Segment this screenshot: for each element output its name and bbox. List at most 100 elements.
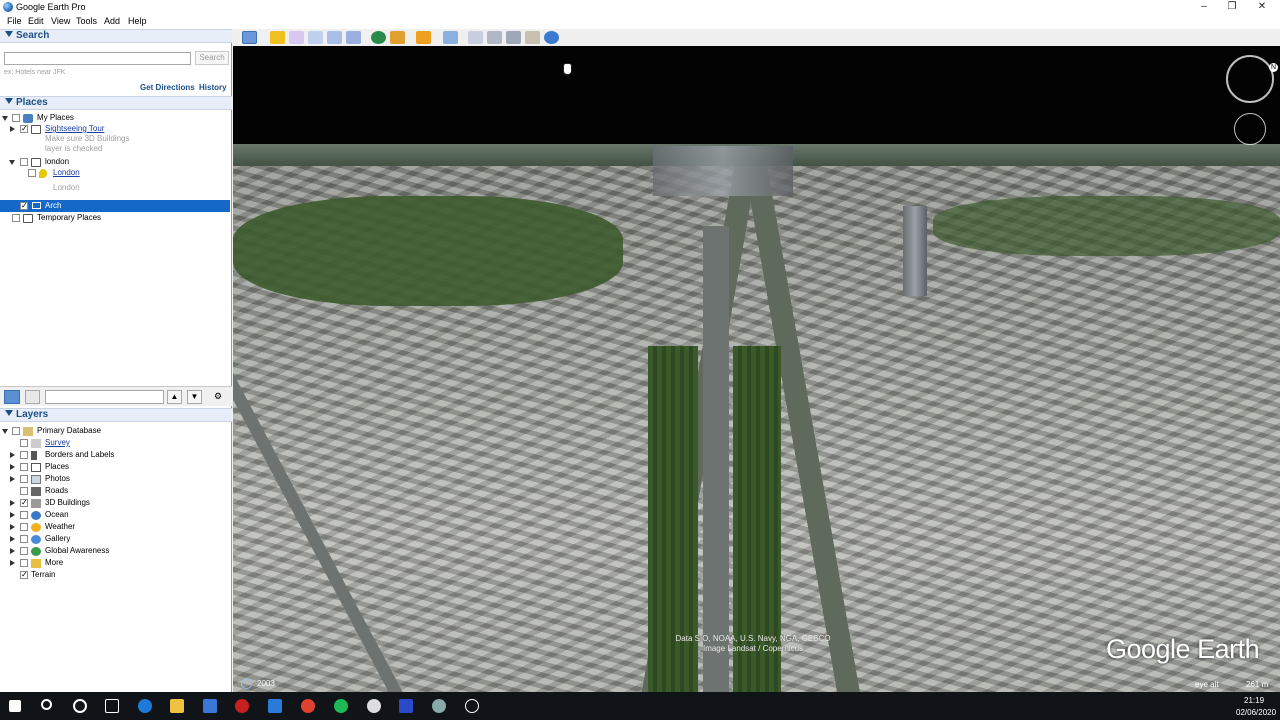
expand-toggle-icon[interactable] [2, 429, 8, 434]
expand-toggle-icon[interactable] [10, 560, 15, 566]
close-button[interactable]: ✕ [1248, 0, 1276, 15]
tree-item-arch-selected[interactable]: Arch [0, 200, 230, 212]
tree-item-temporary-places[interactable]: Temporary Places [0, 212, 230, 224]
gallery-checkbox[interactable] [20, 535, 28, 543]
primary-database-checkbox[interactable] [12, 427, 20, 435]
menu-tools[interactable]: Tools [76, 16, 97, 26]
save-image-button[interactable] [506, 31, 521, 44]
expand-toggle-icon[interactable] [10, 464, 15, 470]
layer-more[interactable]: More [0, 557, 230, 569]
historical-imagery-button[interactable] [371, 31, 386, 44]
app-icon[interactable] [235, 699, 249, 713]
add-placemark-button[interactable] [270, 31, 285, 44]
mail-icon[interactable] [268, 699, 282, 713]
places-section-header[interactable]: Places [0, 96, 232, 110]
terrain-checkbox[interactable] [20, 571, 28, 579]
view-options-icon[interactable]: ⚙ [208, 390, 228, 404]
menu-edit[interactable]: Edit [28, 16, 44, 26]
arch-checkbox[interactable] [20, 202, 28, 210]
move-navigation-control[interactable] [1234, 113, 1266, 145]
add-polygon-button[interactable] [289, 31, 304, 44]
store-icon[interactable] [203, 699, 217, 713]
search-section-header[interactable]: Search [0, 29, 232, 43]
sightseeing-checkbox[interactable] [20, 125, 28, 133]
sun-button[interactable] [390, 31, 405, 44]
google-earth-taskbar-icon[interactable] [432, 699, 446, 713]
survey-checkbox[interactable] [20, 439, 28, 447]
compass-north-icon[interactable]: N [1269, 63, 1278, 72]
global-awareness-checkbox[interactable] [20, 547, 28, 555]
expand-toggle-icon[interactable] [10, 548, 15, 554]
menu-file[interactable]: File [7, 16, 22, 26]
windows-start-icon[interactable] [9, 700, 21, 712]
earth-gallery-button[interactable] [544, 31, 559, 44]
search-places-button[interactable] [4, 390, 20, 404]
spotify-icon[interactable] [334, 699, 348, 713]
historical-imagery-icon[interactable] [241, 679, 252, 689]
ruler-button[interactable] [443, 31, 458, 44]
edge-icon[interactable] [138, 699, 152, 713]
sidebar-toggle-button[interactable] [242, 31, 257, 44]
search-button[interactable]: Search [195, 51, 229, 65]
add-overlay-button[interactable] [327, 31, 342, 44]
more-checkbox[interactable] [20, 559, 28, 567]
london-link[interactable]: London [53, 167, 80, 179]
roads-checkbox[interactable] [20, 487, 28, 495]
london-folder-checkbox[interactable] [20, 158, 28, 166]
move-up-button[interactable]: ▲ [167, 390, 182, 404]
menu-add[interactable]: Add [104, 16, 120, 26]
get-directions-link[interactable]: Get Directions [140, 83, 195, 92]
expand-toggle-icon[interactable] [10, 126, 15, 132]
print-button[interactable] [487, 31, 502, 44]
menu-help[interactable]: Help [128, 16, 147, 26]
temporary-places-checkbox[interactable] [12, 214, 20, 222]
weather-checkbox[interactable] [20, 523, 28, 531]
app-icon[interactable] [399, 699, 413, 713]
layer-gallery[interactable]: Gallery [0, 533, 230, 545]
move-down-button[interactable]: ▼ [187, 390, 202, 404]
survey-link[interactable]: Survey [45, 437, 70, 449]
app-icon[interactable] [465, 699, 479, 713]
history-link[interactable]: History [199, 83, 227, 92]
london-checkbox[interactable] [28, 169, 36, 177]
app-icon[interactable] [367, 699, 381, 713]
clock-time[interactable]: 21:19 [1244, 696, 1264, 705]
expand-toggle-icon[interactable] [9, 160, 15, 165]
planets-button[interactable] [416, 31, 431, 44]
clock-date[interactable]: 02/06/2020 [1236, 708, 1276, 717]
layer-terrain[interactable]: Terrain [0, 569, 230, 581]
3d-buildings-checkbox[interactable] [20, 499, 28, 507]
photos-checkbox[interactable] [20, 475, 28, 483]
layer-photos[interactable]: Photos [0, 473, 230, 485]
layer-places[interactable]: Places [0, 461, 230, 473]
cortana-icon[interactable] [73, 699, 87, 713]
ocean-checkbox[interactable] [20, 511, 28, 519]
minimize-button[interactable]: – [1190, 0, 1218, 15]
layer-weather[interactable]: Weather [0, 521, 230, 533]
maximize-button[interactable]: ❐ [1218, 0, 1246, 15]
view-in-maps-button[interactable] [525, 31, 540, 44]
layer-borders[interactable]: Borders and Labels [0, 449, 230, 461]
toggle-panel-button[interactable] [25, 390, 40, 404]
earth-3d-view[interactable]: N Data SIO, NOAA, U.S. Navy, NGA, GEBCO … [233, 46, 1280, 692]
file-explorer-icon[interactable] [170, 699, 184, 713]
layer-3d-buildings[interactable]: 3D Buildings [0, 497, 230, 509]
my-places-checkbox[interactable] [12, 114, 20, 122]
record-tour-button[interactable] [346, 31, 361, 44]
places-layer-checkbox[interactable] [20, 463, 28, 471]
expand-toggle-icon[interactable] [10, 524, 15, 530]
layer-survey[interactable]: Survey [0, 437, 230, 449]
email-button[interactable] [468, 31, 483, 44]
layer-ocean[interactable]: Ocean [0, 509, 230, 521]
add-path-button[interactable] [308, 31, 323, 44]
layer-primary-database[interactable]: Primary Database [0, 425, 230, 437]
expand-toggle-icon[interactable] [10, 476, 15, 482]
expand-toggle-icon[interactable] [2, 116, 8, 121]
look-navigation-control[interactable] [1226, 55, 1274, 103]
search-icon[interactable] [41, 699, 52, 710]
layers-section-header[interactable]: Layers [0, 408, 232, 422]
expand-toggle-icon[interactable] [10, 452, 15, 458]
chrome-icon[interactable] [301, 699, 315, 713]
borders-checkbox[interactable] [20, 451, 28, 459]
expand-toggle-icon[interactable] [10, 512, 15, 518]
